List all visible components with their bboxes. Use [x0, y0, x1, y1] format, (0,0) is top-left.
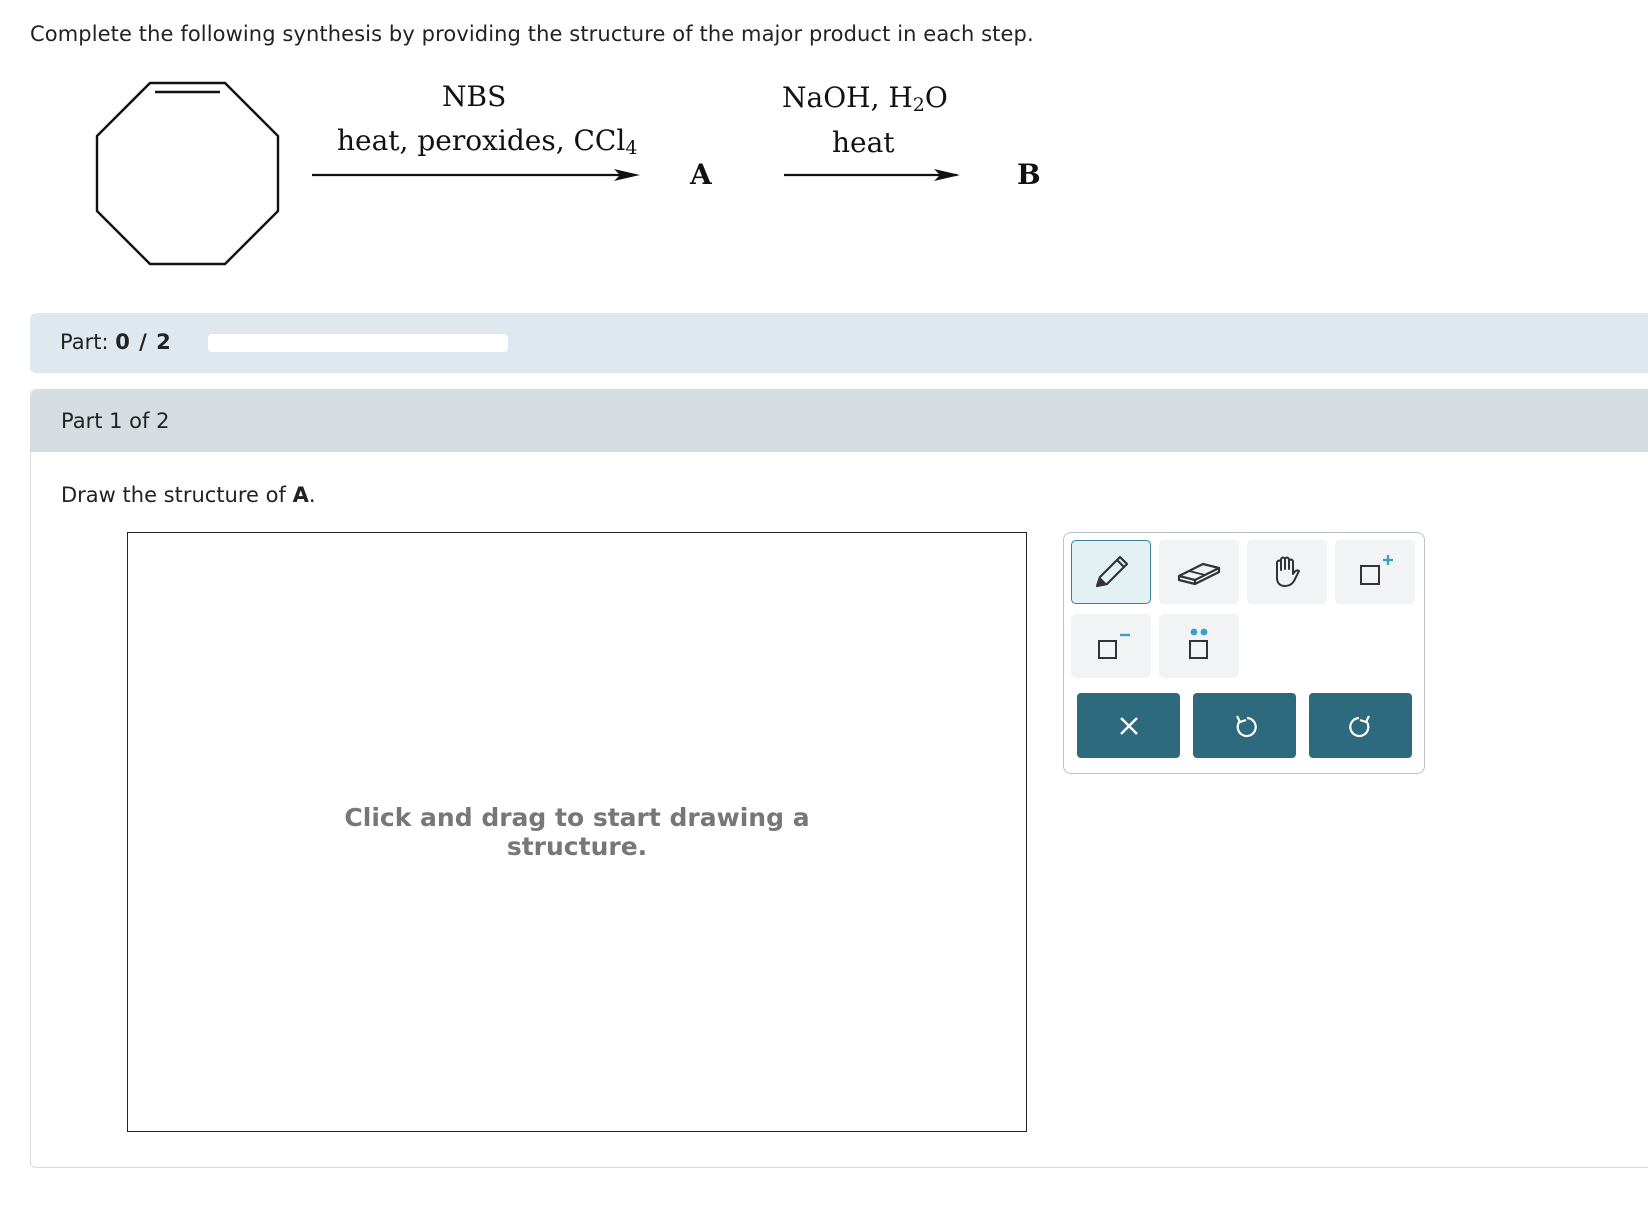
- hand-tool-button[interactable]: [1247, 540, 1327, 604]
- undo-icon: [1235, 715, 1257, 737]
- undo-button[interactable]: [1193, 693, 1296, 758]
- drawing-canvas[interactable]: Click and drag to start drawing a struct…: [127, 532, 1027, 1132]
- add-lone-pair-button[interactable]: [1159, 614, 1239, 678]
- part-progress-bar: Part: 0 / 2: [30, 313, 1648, 373]
- pencil-tool-button[interactable]: [1071, 540, 1151, 604]
- drawing-toolbar: [1063, 532, 1425, 774]
- redo-icon: [1348, 715, 1370, 737]
- clear-button[interactable]: [1077, 693, 1180, 758]
- eraser-tool-button[interactable]: [1159, 540, 1239, 604]
- step1-arrow: [312, 169, 640, 181]
- negative-charge-icon: [1098, 633, 1130, 659]
- add-negative-charge-button[interactable]: [1071, 614, 1151, 678]
- part-progress-label: Part: 0 / 2: [60, 330, 172, 354]
- progress-track: [208, 334, 508, 352]
- part-header: Part 1 of 2: [31, 390, 1648, 452]
- cyclooctene-structure: [95, 81, 280, 266]
- pencil-icon: [1095, 555, 1129, 588]
- step2-reagent-naoh: NaOH, H2O: [782, 81, 948, 116]
- clear-icon: [1119, 716, 1138, 735]
- product-a-label: A: [690, 158, 712, 191]
- step2-reagent-heat: heat: [832, 126, 895, 159]
- question-text: Complete the following synthesis by prov…: [30, 22, 1034, 46]
- positive-charge-icon: [1360, 555, 1393, 585]
- step2-arrow: [784, 169, 960, 181]
- product-b-label: B: [1017, 158, 1041, 191]
- lone-pair-icon: [1189, 628, 1208, 659]
- hand-icon: [1276, 556, 1300, 587]
- part-panel: Part 1 of 2 Draw the structure of A. Cli…: [30, 389, 1648, 1168]
- part-header-label: Part 1 of 2: [61, 409, 170, 433]
- redo-button[interactable]: [1309, 693, 1412, 758]
- step1-reagent-nbs: NBS: [442, 80, 507, 113]
- canvas-hint: Click and drag to start drawing a struct…: [344, 803, 810, 861]
- step1-reagent-conditions: heat, peroxides, CCl4: [337, 124, 638, 159]
- add-positive-charge-button[interactable]: [1335, 540, 1415, 604]
- eraser-icon: [1177, 562, 1221, 586]
- part-instruction: Draw the structure of A.: [61, 483, 316, 507]
- reaction-scheme: NBS heat, peroxides, CCl4 A NaOH, H2O he…: [0, 70, 1100, 290]
